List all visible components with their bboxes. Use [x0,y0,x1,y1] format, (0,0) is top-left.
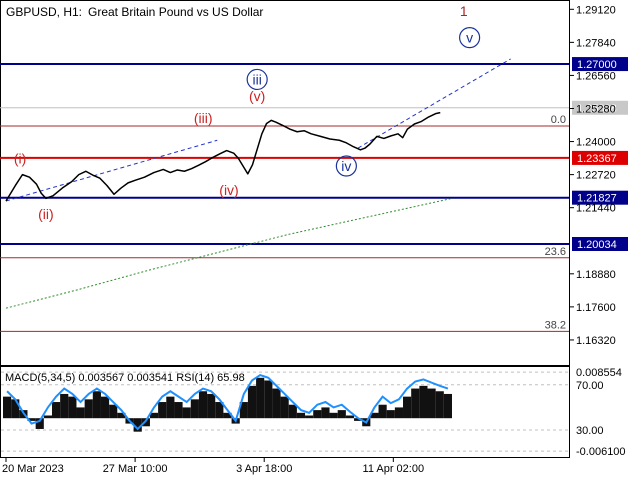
chart-symbol: GBPUSD, H1: [6,5,82,19]
macd-histogram-bar [68,396,77,419]
price-tick-label: 1.29120 [576,4,616,16]
macd-histogram-bar [296,412,306,419]
price-tick-label: 1.16320 [576,335,616,347]
time-tick-label: 27 Mar 10:00 [103,463,168,475]
macd-histogram-bar [264,380,273,419]
macd-histogram-bar [378,404,387,419]
wave-label: iv [341,158,351,174]
macd-histogram-bar [51,402,61,419]
wave-label: (ii) [38,206,54,222]
macd-histogram-bar [427,388,436,419]
macd-histogram-bar [109,404,118,419]
level-price-label: 1.27000 [577,59,617,71]
price-tick-label: 1.24000 [576,137,616,149]
wave-label: (iii) [194,110,213,126]
macd-histogram-bar [174,402,183,419]
price-tick-label: 1.21440 [576,203,616,215]
macd-histogram-bar [92,391,101,419]
macd-histogram-bar [3,396,12,419]
macd-histogram-bar [280,396,289,419]
macd-tick-label: 70.00 [576,380,604,392]
macd-histogram-bar [288,404,297,419]
macd-histogram-bar [166,396,175,419]
wave-label: v [466,30,473,46]
time-tick-label: 11 Apr 02:00 [363,463,425,475]
macd-histogram-bar [182,407,191,419]
macd-histogram-bar [443,393,452,419]
fib-level-label: 0.0 [551,114,566,126]
macd-histogram-bar [313,410,322,419]
wave-label: (v) [249,88,265,104]
macd-tick-label: -0.006100 [576,446,626,458]
macd-histogram-bar [256,377,265,419]
wave-label: (iv) [219,182,238,198]
macd-histogram-bar [321,407,330,419]
price-tick-label: 1.26560 [576,70,616,82]
level-price-label: 1.20034 [577,239,617,251]
macd-histogram-bar [435,391,444,419]
macd-histogram-bar [100,396,110,419]
macd-tick-label: 30.00 [576,425,604,437]
macd-title: MACD(5,34,5) 0.003567 0.003541 RSI(14) 6… [5,372,245,384]
wave-label: 1 [460,3,468,19]
macd-histogram-bar [158,402,167,419]
price-tick-label: 1.27840 [576,37,616,49]
price-chart: 1.270001.253080.01.233671.218271.2003423… [0,0,640,480]
time-tick-label: 20 Mar 2023 [2,463,64,475]
macd-histogram-bar [76,407,85,419]
macd-histogram-bar [403,396,412,419]
price-tick-label: 1.18880 [576,269,616,281]
macd-histogram-bar [386,410,395,419]
macd-histogram-bar [411,388,420,419]
macd-histogram-bar [43,415,52,419]
price-tick-label: 1.25280 [576,103,616,115]
fib-level-label: 38.2 [545,319,566,331]
macd-histogram-bar [337,410,346,419]
macd-histogram-bar [419,385,428,419]
macd-histogram-bar [190,399,199,419]
macd-histogram-bar [198,391,208,419]
wave-label: (i) [14,151,26,167]
macd-histogram-bar [394,407,404,419]
price-tick-label: 1.17600 [576,302,616,314]
macd-histogram-bar [305,415,314,419]
price-tick-label: 1.22720 [576,170,616,182]
macd-histogram-bar [345,415,355,419]
macd-histogram-bar [272,388,281,419]
macd-histogram-bar [60,393,69,419]
fib-level-label: 23.6 [545,246,566,258]
macd-histogram-bar [247,385,257,419]
wave-label: iii [252,71,261,87]
macd-histogram-bar [329,412,338,419]
macd-histogram-bar [84,399,93,419]
chart-description: Great Britain Pound vs US Dollar [88,5,263,19]
macd-tick-label: 0.008554 [576,367,622,379]
level-price-label: 1.23367 [577,153,617,165]
macd-histogram-bar [207,393,216,419]
time-tick-label: 3 Apr 18:00 [236,463,292,475]
